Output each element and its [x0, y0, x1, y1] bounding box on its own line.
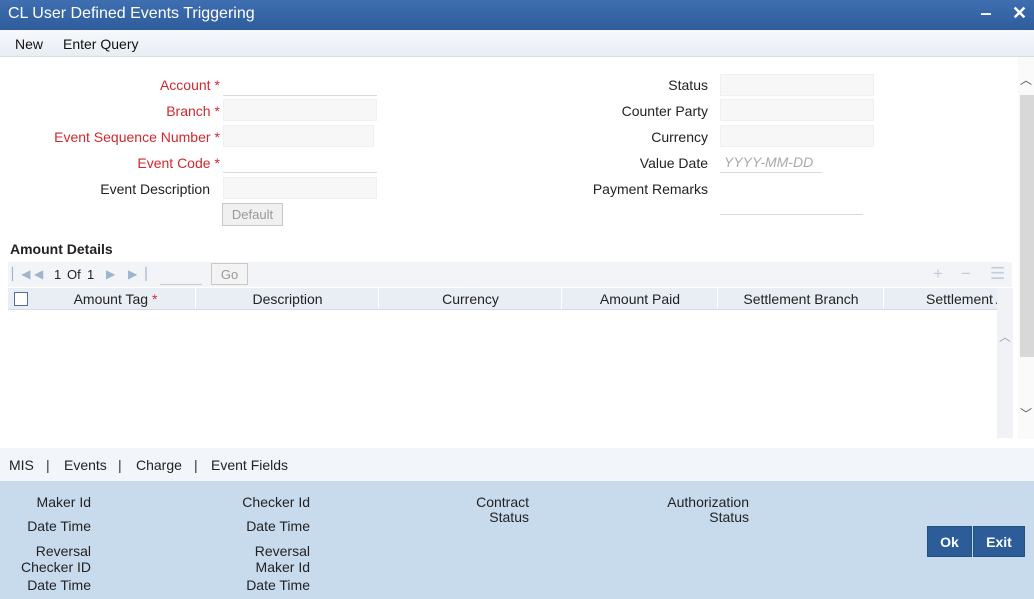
event-code-label: Event Code *	[137, 155, 220, 171]
tab-event-fields[interactable]: Event Fields	[211, 457, 288, 473]
window-title: CL User Defined Events Triggering	[8, 5, 255, 22]
pager-current: 1	[54, 267, 62, 282]
event-sequence-input[interactable]	[223, 125, 374, 147]
reversal-maker-date-time-label: Date Time	[246, 577, 310, 593]
pager-of: Of	[67, 267, 81, 282]
event-description-label: Event Description	[100, 181, 210, 197]
tab-separator: |	[118, 457, 122, 473]
menu-bar: New Enter Query	[0, 30, 1034, 57]
currency-label: Currency	[651, 129, 708, 145]
account-input[interactable]	[223, 74, 377, 96]
close-icon[interactable]: ✕	[1012, 3, 1027, 24]
grid-scrollbar[interactable]: ︿	[997, 288, 1013, 438]
value-date-label: Value Date	[639, 155, 708, 171]
scroll-down-icon[interactable]: ﹀	[1020, 405, 1032, 422]
maker-id-label: Maker Id	[36, 494, 91, 510]
reversal-maker-id-label: Maker Id	[255, 559, 310, 575]
tab-mis[interactable]: MIS	[9, 457, 34, 473]
ok-button[interactable]: Ok	[927, 526, 972, 557]
single-view-icon[interactable]: ☰	[990, 264, 1005, 284]
counter-party-input[interactable]	[720, 99, 874, 121]
amount-details-title: Amount Details	[10, 241, 113, 257]
amount-details-body	[8, 310, 1012, 438]
contract-status-label: Status	[489, 509, 529, 525]
reversal-date-time-label: Date Time	[27, 577, 91, 593]
event-description-input[interactable]	[223, 177, 377, 199]
next-page-icon[interactable]: ▶	[106, 267, 115, 281]
account-label: Account *	[159, 77, 220, 93]
branch-label: Branch *	[166, 103, 220, 119]
maker-date-time-label: Date Time	[27, 518, 91, 534]
tab-charge[interactable]: Charge	[136, 457, 182, 473]
page-scrollbar[interactable]: ︿ ﹀	[1018, 57, 1034, 439]
payment-remarks-input[interactable]	[720, 193, 863, 215]
tab-separator: |	[194, 457, 198, 473]
go-button[interactable]: Go	[211, 263, 248, 285]
branch-input[interactable]	[223, 99, 377, 121]
col-amount-tag[interactable]: Amount Tag *	[36, 288, 196, 309]
audit-footer: Maker Id Date Time Reversal Checker ID D…	[0, 481, 1034, 599]
menu-enter-query[interactable]: Enter Query	[63, 36, 138, 52]
col-currency[interactable]: Currency	[380, 288, 562, 309]
checker-id-label: Checker Id	[242, 494, 310, 510]
tab-events[interactable]: Events	[64, 457, 107, 473]
event-sequence-label: Event Sequence Number *	[54, 129, 220, 145]
event-code-input[interactable]	[223, 151, 377, 173]
subsystem-tabs: MIS | Events | Charge | Event Fields	[0, 448, 1034, 481]
currency-input[interactable]	[720, 125, 874, 147]
menu-new[interactable]: New	[15, 36, 43, 52]
delete-row-icon[interactable]: −	[961, 264, 971, 284]
last-page-icon[interactable]: ▶▕	[128, 267, 146, 281]
status-input[interactable]	[720, 74, 874, 96]
page-number-input[interactable]	[160, 263, 202, 285]
value-date-input[interactable]	[720, 151, 822, 173]
reversal-checker-id-label: Checker ID	[20, 559, 91, 575]
checker-date-time-label: Date Time	[246, 518, 310, 534]
col-settlement-account[interactable]: Settlement Account	[885, 288, 1012, 309]
scrollbar-thumb[interactable]	[1020, 95, 1034, 357]
reversal-label: Reversal	[35, 543, 91, 559]
col-description[interactable]: Description	[197, 288, 379, 309]
exit-button[interactable]: Exit	[973, 526, 1025, 557]
counter-party-label: Counter Party	[621, 103, 708, 119]
pager-total: 1	[87, 267, 95, 282]
status-label: Status	[668, 77, 708, 93]
first-page-icon[interactable]: ▏◀	[12, 267, 30, 281]
minimize-icon[interactable]: ‒	[981, 3, 991, 24]
payment-remarks-label: Payment Remarks	[592, 181, 708, 197]
add-row-icon[interactable]: +	[933, 264, 943, 284]
col-settlement-branch[interactable]: Settlement Branch	[719, 288, 884, 309]
reversal-label-2: Reversal	[254, 543, 310, 559]
grid-toolbar: ▏◀ ◀ 1 Of 1 ▶ ▶▕ Go + − ☰	[8, 262, 1012, 287]
tab-separator: |	[46, 457, 50, 473]
authorization-label: Authorization	[667, 494, 749, 510]
authorization-status-label: Status	[709, 509, 749, 525]
window-titlebar: CL User Defined Events Triggering ‒ ✕	[0, 0, 1034, 30]
prev-page-icon[interactable]: ◀	[34, 267, 43, 281]
default-button[interactable]: Default	[222, 203, 283, 226]
contract-label: Contract	[476, 494, 529, 510]
form-area: Account * Branch * Event Sequence Number * …	[0, 57, 1034, 448]
col-amount-paid[interactable]: Amount Paid	[563, 288, 718, 309]
scroll-up-icon[interactable]: ︿	[999, 328, 1011, 345]
amount-details-header: Amount Tag * Description Currency Amount…	[8, 288, 1012, 310]
scroll-up-icon[interactable]: ︿	[1020, 71, 1032, 88]
select-all-checkbox[interactable]	[14, 292, 28, 306]
